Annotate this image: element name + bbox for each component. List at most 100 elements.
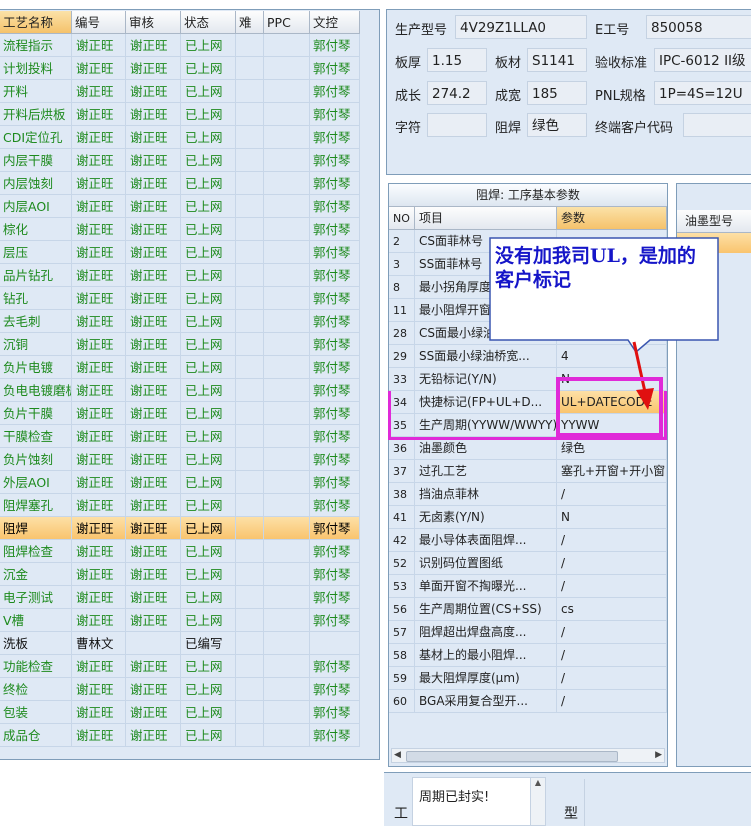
width-field[interactable]: 185 <box>527 81 587 105</box>
table-row[interactable]: 52 识别码位置图纸 / <box>389 552 667 575</box>
table-cell: 郭付琴 <box>310 678 360 701</box>
table-row[interactable]: 37 过孔工艺 塞孔+开窗+开小窗 <box>389 460 667 483</box>
table-cell: / <box>557 483 667 506</box>
table-row[interactable]: 负片电镀 谢正旺 谢正旺 已上网 郭付琴 <box>0 356 360 379</box>
table-row[interactable]: 内层蚀刻 谢正旺 谢正旺 已上网 郭付琴 <box>0 172 360 195</box>
table-cell: 已上网 <box>181 195 236 218</box>
scroll-thumb[interactable] <box>406 751 618 762</box>
memo-textarea[interactable]: 周期已封实! ▲ <box>412 777 546 826</box>
table-row[interactable]: 59 最大阻焊厚度(μm) / <box>389 667 667 690</box>
table-row[interactable]: 计划投料 谢正旺 谢正旺 已上网 郭付琴 <box>0 57 360 80</box>
table-row[interactable]: 阻焊塞孔 谢正旺 谢正旺 已上网 郭付琴 <box>0 494 360 517</box>
column-header[interactable]: 项目 <box>415 207 557 230</box>
table-row[interactable]: 42 最小导体表面阻焊... / <box>389 529 667 552</box>
table-row[interactable]: 38 挡油点菲林 / <box>389 483 667 506</box>
table-row[interactable]: 包装 谢正旺 谢正旺 已上网 郭付琴 <box>0 701 360 724</box>
column-header[interactable]: 工艺名称 <box>0 11 72 34</box>
table-cell: 谢正旺 <box>72 609 126 632</box>
table-row[interactable]: 成品仓 谢正旺 谢正旺 已上网 郭付琴 <box>0 724 360 747</box>
table-row[interactable]: 沉金 谢正旺 谢正旺 已上网 郭付琴 <box>0 563 360 586</box>
column-header[interactable]: 编号 <box>72 11 126 34</box>
table-row[interactable]: 阻焊检查 谢正旺 谢正旺 已上网 郭付琴 <box>0 540 360 563</box>
table-row[interactable]: 洗板 曹林文 已编写 <box>0 632 360 655</box>
table-row[interactable]: 阻焊 谢正旺 谢正旺 已上网 郭付琴 <box>0 517 360 540</box>
table-cell <box>236 701 264 724</box>
table-row[interactable]: 内层干膜 谢正旺 谢正旺 已上网 郭付琴 <box>0 149 360 172</box>
standard-field[interactable]: IPC-6012 II级 <box>654 48 751 72</box>
table-cell: 郭付琴 <box>310 333 360 356</box>
column-header[interactable]: 文控 <box>310 11 360 34</box>
memo-scrollbar[interactable]: ▲ <box>530 778 545 825</box>
table-row[interactable]: 57 阻焊超出焊盘高度... / <box>389 621 667 644</box>
table-row[interactable]: 沉铜 谢正旺 谢正旺 已上网 郭付琴 <box>0 333 360 356</box>
thickness-field[interactable]: 1.15 <box>427 48 487 72</box>
column-header[interactable]: NO <box>389 207 415 230</box>
table-cell: 郭付琴 <box>310 126 360 149</box>
column-header[interactable]: PPC <box>264 11 310 34</box>
table-cell: 已上网 <box>181 448 236 471</box>
column-header[interactable]: 状态 <box>181 11 236 34</box>
table-cell: 内层干膜 <box>0 149 72 172</box>
table-row[interactable]: V槽 谢正旺 谢正旺 已上网 郭付琴 <box>0 609 360 632</box>
table-row[interactable]: 内层AOI 谢正旺 谢正旺 已上网 郭付琴 <box>0 195 360 218</box>
table-row[interactable]: 58 基材上的最小阻焊... / <box>389 644 667 667</box>
material-field[interactable]: S1141 <box>527 48 587 72</box>
scroll-left-icon[interactable]: ◀ <box>394 749 401 762</box>
table-cell: 谢正旺 <box>126 540 181 563</box>
table-cell: 谢正旺 <box>126 149 181 172</box>
table-row[interactable]: 28 CS面最小绿油 <box>389 322 667 345</box>
scroll-up-icon[interactable]: ▲ <box>535 778 541 787</box>
table-row[interactable]: 负片干膜 谢正旺 谢正旺 已上网 郭付琴 <box>0 402 360 425</box>
column-header[interactable]: 参数 <box>557 207 667 230</box>
table-row[interactable]: 29 SS面最小绿油桥宽... 4 <box>389 345 667 368</box>
horizontal-scrollbar[interactable]: ◀ ▶ <box>391 748 665 763</box>
mask-field[interactable]: 绿色 <box>527 113 587 137</box>
eno-field[interactable]: 850058 <box>646 15 751 39</box>
table-row[interactable]: 品片钻孔 谢正旺 谢正旺 已上网 郭付琴 <box>0 264 360 287</box>
table-row[interactable]: 开料后烘板 谢正旺 谢正旺 已上网 郭付琴 <box>0 103 360 126</box>
table-row[interactable]: 负电电镀磨板 谢正旺 谢正旺 已上网 郭付琴 <box>0 379 360 402</box>
table-row[interactable]: 电子测试 谢正旺 谢正旺 已上网 郭付琴 <box>0 586 360 609</box>
table-cell: 谢正旺 <box>126 402 181 425</box>
table-row[interactable]: 开料 谢正旺 谢正旺 已上网 郭付琴 <box>0 80 360 103</box>
scroll-right-icon[interactable]: ▶ <box>655 749 662 762</box>
table-row[interactable]: 功能检查 谢正旺 谢正旺 已上网 郭付琴 <box>0 655 360 678</box>
table-cell: 谢正旺 <box>72 678 126 701</box>
table-cell: 沉金 <box>0 563 72 586</box>
pnl-field[interactable]: 1P=4S=12U <box>654 81 751 105</box>
table-row[interactable]: 钻孔 谢正旺 谢正旺 已上网 郭付琴 <box>0 287 360 310</box>
table-row[interactable]: 棕化 谢正旺 谢正旺 已上网 郭付琴 <box>0 218 360 241</box>
table-row[interactable]: 干膜检查 谢正旺 谢正旺 已上网 郭付琴 <box>0 425 360 448</box>
table-cell: 单面开窗不掏曝光... <box>415 575 557 598</box>
table-row[interactable]: 60 BGA采用复合型开... / <box>389 690 667 713</box>
table-cell <box>126 632 181 655</box>
table-row[interactable]: 负片蚀刻 谢正旺 谢正旺 已上网 郭付琴 <box>0 448 360 471</box>
column-header[interactable]: 难 <box>236 11 264 34</box>
table-row[interactable]: 层压 谢正旺 谢正旺 已上网 郭付琴 <box>0 241 360 264</box>
column-header[interactable]: 审核 <box>126 11 181 34</box>
table-cell: 谢正旺 <box>72 517 126 540</box>
table-cell: 谢正旺 <box>72 310 126 333</box>
table-row[interactable]: 终检 谢正旺 谢正旺 已上网 郭付琴 <box>0 678 360 701</box>
table-cell: 内层蚀刻 <box>0 172 72 195</box>
table-cell <box>264 632 310 655</box>
table-cell: 60 <box>389 690 415 713</box>
table-cell: 谢正旺 <box>126 287 181 310</box>
customer-code-field[interactable] <box>683 113 751 137</box>
length-field[interactable]: 274.2 <box>427 81 487 105</box>
table-row[interactable]: 11 最小阻焊开窗 <box>389 299 667 322</box>
table-row[interactable]: 53 单面开窗不掏曝光... / <box>389 575 667 598</box>
model-field[interactable]: 4V29Z1LLA0 <box>455 15 587 39</box>
table-row[interactable]: 56 生产周期位置(CS+SS) cs <box>389 598 667 621</box>
table-cell <box>236 425 264 448</box>
char-field[interactable] <box>427 113 487 137</box>
table-cell: 2 <box>389 230 415 253</box>
table-cell <box>264 448 310 471</box>
table-row[interactable]: 流程指示 谢正旺 谢正旺 已上网 郭付琴 <box>0 34 360 57</box>
table-row[interactable]: CDI定位孔 谢正旺 谢正旺 已上网 郭付琴 <box>0 126 360 149</box>
table-row[interactable]: 36 油墨颜色 绿色 <box>389 437 667 460</box>
table-row[interactable]: 41 无卤素(Y/N) N <box>389 506 667 529</box>
table-row[interactable]: 去毛刺 谢正旺 谢正旺 已上网 郭付琴 <box>0 310 360 333</box>
table-row[interactable]: 外层AOI 谢正旺 谢正旺 已上网 郭付琴 <box>0 471 360 494</box>
table-cell: 品片钻孔 <box>0 264 72 287</box>
